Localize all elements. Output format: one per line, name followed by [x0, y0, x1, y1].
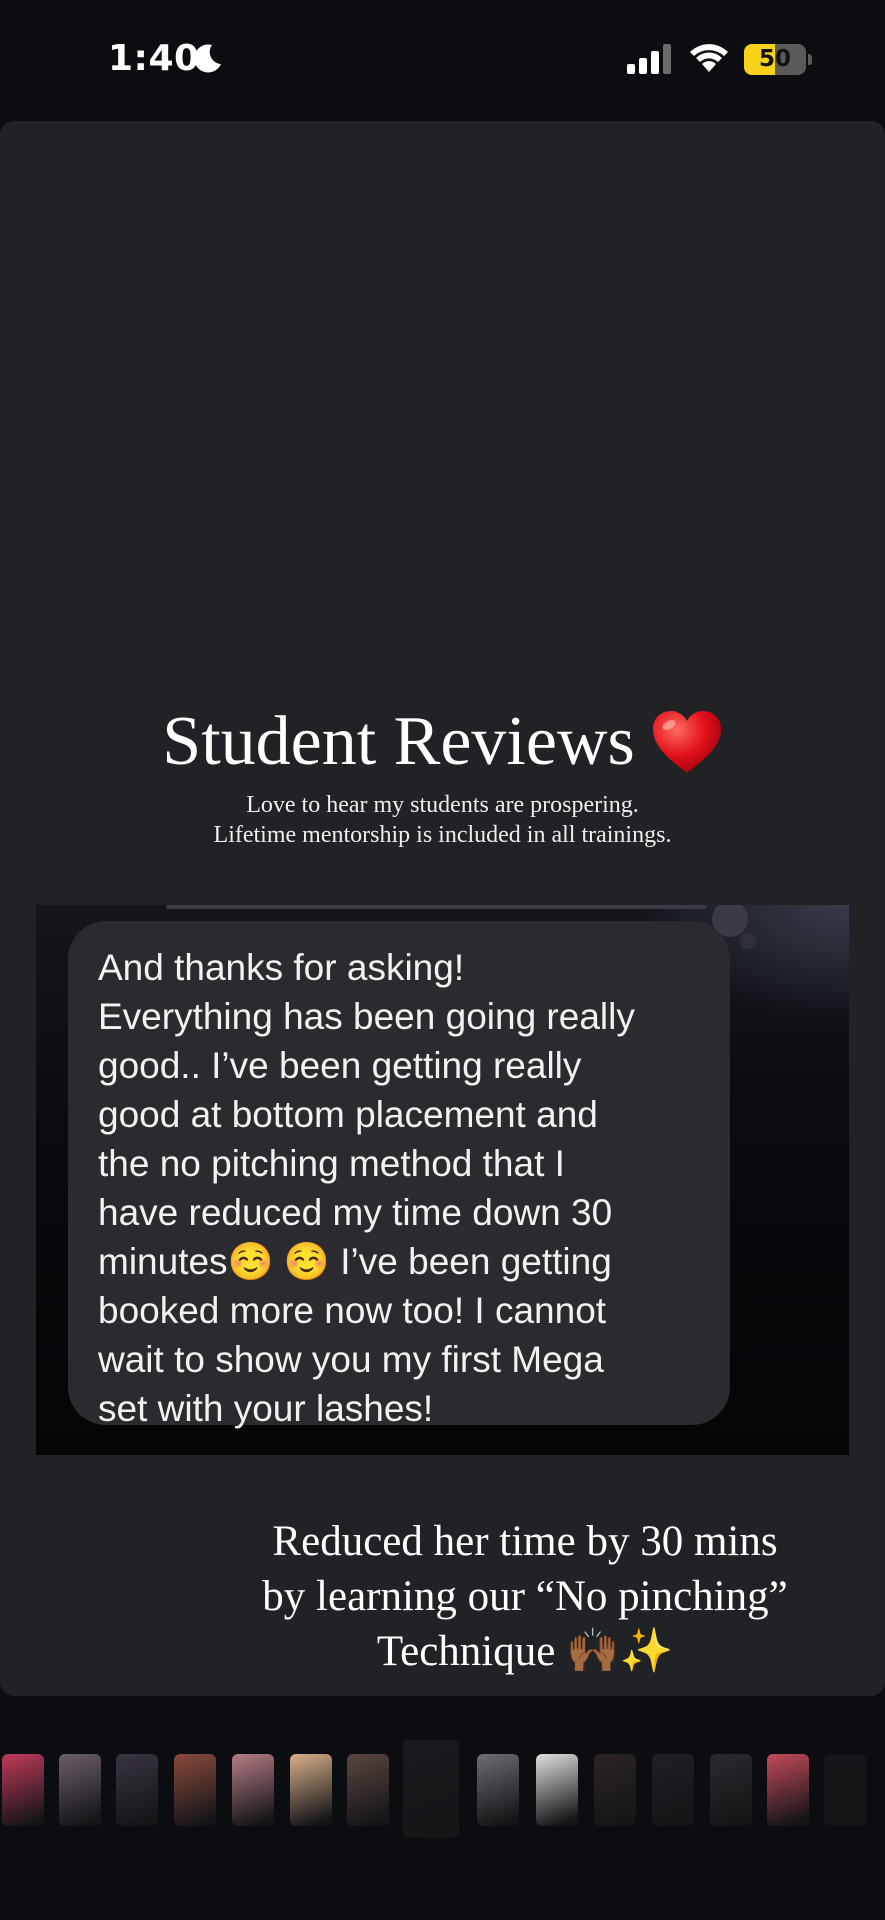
story-thumbnail-strip [0, 1738, 885, 1838]
wifi-icon [690, 44, 728, 72]
battery-icon: 50 [744, 44, 806, 75]
story-title: Student Reviews [0, 696, 885, 782]
message-line: the no pitching method that I [98, 1143, 565, 1184]
story-thumbnail[interactable] [116, 1754, 158, 1826]
subtitle-line: Lifetime mentorship is included in all t… [213, 822, 672, 848]
story-caption: Reduced her time by 30 mins by learning … [200, 1514, 850, 1679]
story-thumbnail[interactable] [59, 1754, 101, 1826]
story-thumbnail[interactable] [652, 1754, 694, 1826]
message-line: And thanks for asking! [98, 947, 465, 988]
message-line: good.. I’ve been getting really [98, 1045, 582, 1086]
caption-line: Reduced her time by 30 mins [272, 1518, 778, 1565]
heart-emoji-icon [652, 710, 721, 773]
battery-cap [808, 54, 812, 65]
story-thumbnail[interactable] [594, 1754, 636, 1826]
story-thumbnail[interactable] [477, 1754, 519, 1826]
story-title-text: Student Reviews [162, 702, 635, 780]
story-card[interactable]: Student Reviews Love to hear my students… [0, 121, 885, 1696]
message-line: have reduced my time down 30 [98, 1192, 613, 1233]
message-bubble: And thanks for asking! Everything has be… [68, 921, 730, 1429]
screenshot-top-edge [166, 905, 706, 909]
caption-line: Technique 🙌🏾✨ [376, 1628, 674, 1675]
story-thumbnail[interactable] [2, 1754, 44, 1826]
story-thumbnail[interactable] [767, 1754, 809, 1826]
story-thumbnail[interactable] [824, 1754, 866, 1826]
message-line: Everything has been going really [98, 996, 635, 1037]
screenshot-decoration [740, 933, 756, 949]
message-text: And thanks for asking! Everything has be… [98, 943, 702, 1433]
message-line: set with your lashes! [98, 1388, 434, 1429]
message-line: wait to show you my first Mega [98, 1339, 604, 1380]
subtitle-line: Love to hear my students are prospering. [246, 792, 639, 818]
story-thumbnail[interactable] [710, 1754, 752, 1826]
story-thumbnail-active[interactable] [403, 1740, 459, 1838]
story-thumbnail[interactable] [232, 1754, 274, 1826]
status-bar: 1:40 50 [0, 0, 885, 120]
story-subtitle: Love to hear my students are prospering.… [0, 790, 885, 850]
cellular-signal-icon [627, 44, 671, 74]
message-line: minutes☺️ ☺️ I’ve been getting [98, 1241, 612, 1282]
story-thumbnail[interactable] [347, 1754, 389, 1826]
story-thumbnail[interactable] [174, 1754, 216, 1826]
moon-icon [194, 44, 221, 73]
battery-level-text: 50 [758, 46, 791, 72]
caption-line: by learning our “No pinching” [262, 1573, 788, 1620]
message-line: booked more now too! I cannot [98, 1290, 607, 1331]
review-screenshot: And thanks for asking! Everything has be… [36, 905, 849, 1455]
message-line: good at bottom placement and [98, 1094, 598, 1135]
clock-time: 1:40 [108, 38, 200, 79]
story-thumbnail[interactable] [290, 1754, 332, 1826]
story-thumbnail[interactable] [536, 1754, 578, 1826]
